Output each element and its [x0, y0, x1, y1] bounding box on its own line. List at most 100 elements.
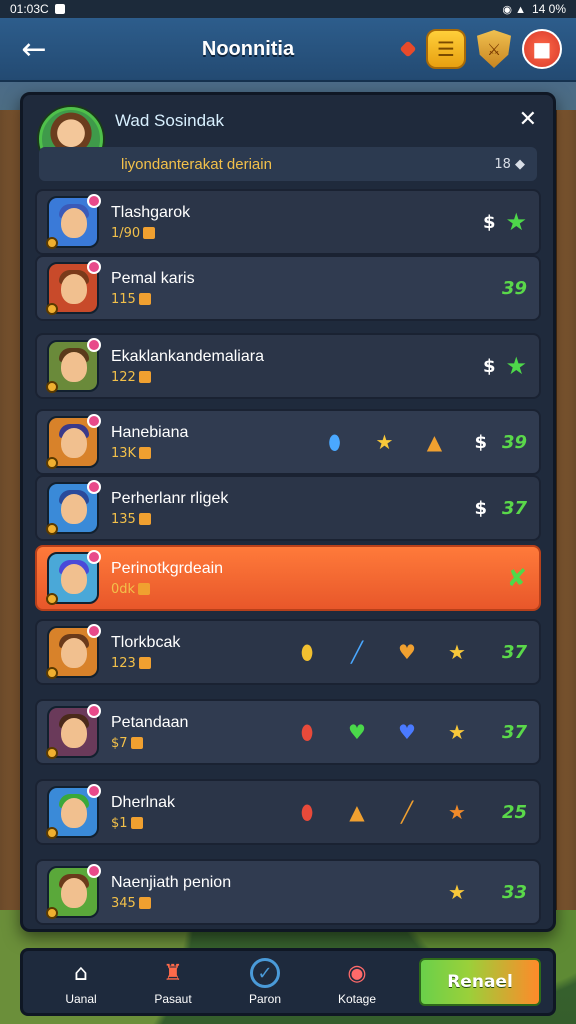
resource-icon: [138, 583, 151, 595]
gold-star-icon: ★: [448, 720, 466, 744]
list-row[interactable]: Dherlnak $1 ⬮ ▲ ╱ ★ 25: [35, 779, 541, 845]
green-cross-icon: ✘: [506, 564, 527, 592]
row-sub-value: $1: [111, 815, 128, 831]
row-info: Perinotkgrdeain 0dk: [111, 560, 507, 597]
panel-subtitle: liyondanterakat deriain: [121, 155, 272, 173]
row-name: Dherlnak: [111, 793, 176, 811]
badge-dot-icon: [87, 194, 101, 208]
row-avatar: [46, 784, 101, 839]
row-sub: 123: [111, 656, 295, 671]
badge-dot-icon: [87, 624, 101, 638]
row-sub-value: 115: [111, 291, 136, 307]
resource-icon: [143, 227, 156, 239]
row-avatar: [46, 260, 101, 315]
resource-icon: [130, 737, 143, 749]
nav-item-home[interactable]: ⌂ Uanal: [35, 958, 127, 1007]
list-row[interactable]: Ekaklankandemaliara 122 $ ★: [35, 333, 541, 399]
nav-label: Paron: [248, 992, 282, 1006]
row-sub-value: 135: [111, 511, 136, 527]
nav-item-shop[interactable]: ♜ Pasaut: [127, 958, 219, 1007]
nav-label: Kotage: [337, 992, 377, 1006]
row-name: Ekaklankandemaliara: [111, 347, 264, 365]
nav-item-settings[interactable]: ◉ Kotage: [311, 958, 403, 1007]
top-header: ← Noonnitia ☰ ⚔ ■: [0, 18, 576, 82]
badge-dot-icon: [87, 260, 101, 274]
green-heart-icon: ♥: [348, 720, 366, 744]
shop-icon: ♜: [163, 960, 183, 986]
badge-dot-icon: [87, 338, 101, 352]
alert-badge-icon: [399, 40, 417, 58]
list-row[interactable]: Pemal karis 115 39: [35, 255, 541, 321]
face-shape: [61, 352, 87, 382]
row-sub: $7: [111, 736, 295, 751]
list-row[interactable]: Perherlanr rligek 135 $37: [35, 475, 541, 541]
close-icon[interactable]: ✕: [519, 107, 537, 132]
row-name: Tlorkbcak: [111, 633, 181, 651]
blue-wand-icon: ╱: [350, 640, 364, 664]
coin-dot-icon: [46, 827, 58, 839]
row-name: Perherlanr rligek: [111, 489, 229, 507]
row-name: Hanebiana: [111, 423, 189, 441]
row-avatar: [46, 864, 101, 919]
row-score: 37: [501, 497, 527, 519]
orange-wand-icon: ╱: [400, 800, 414, 824]
row-sub-value: 123: [111, 655, 136, 671]
list-row[interactable]: Tlorkbcak 123 ⬮ ╱ ♥ ★ 37: [35, 619, 541, 685]
gift-button[interactable]: ■: [522, 29, 562, 69]
row-name: Petandaan: [111, 713, 189, 731]
status-bar: 01:03C ◉ ▲ 14 0%: [0, 0, 576, 18]
badge-dot-icon: [87, 480, 101, 494]
row-name: Pemal karis: [111, 269, 195, 287]
resource-icon: [138, 513, 151, 525]
house-icon: ⌂: [74, 960, 88, 986]
guild-shield-button[interactable]: ⚔: [474, 29, 514, 69]
coin-dot-icon: [46, 457, 58, 469]
row-sub-value: 13K: [111, 445, 137, 461]
row-info: Petandaan $7: [111, 714, 295, 751]
coin-dot-icon: [46, 747, 58, 759]
row-score: 25: [501, 801, 527, 823]
row-info: Hanebiana 13K: [111, 424, 322, 461]
nav-label: Uanal: [65, 992, 97, 1006]
orange-shard-icon: ▲: [426, 430, 443, 454]
dollar-icon: $: [482, 211, 496, 233]
badge-dot-icon: [87, 704, 101, 718]
primary-action-button[interactable]: Renael: [419, 958, 541, 1006]
row-sub: $1: [111, 816, 295, 831]
face-shape: [61, 564, 87, 594]
row-sub: 345: [111, 896, 445, 911]
menu-icon: ☰: [437, 37, 455, 61]
coin-dot-icon: [46, 907, 58, 919]
row-name: Naenjiath penion: [111, 873, 232, 891]
row-sub: 1/90: [111, 226, 483, 241]
coin-dot-icon: [46, 523, 58, 535]
badge-dot-icon: [87, 550, 101, 564]
status-battery: 14 0%: [531, 2, 566, 16]
background-wood-right: [554, 110, 576, 910]
list-row[interactable]: Perinotkgrdeain 0dk ✘: [35, 545, 541, 611]
player-name: Wad Sosindak: [115, 111, 224, 130]
badge-dot-icon: [87, 414, 101, 428]
list-row[interactable]: Hanebiana 13K ⬮ ★ ▲ $39: [35, 409, 541, 475]
list-row[interactable]: Tlashgarok 1/90 $ ★: [35, 189, 541, 255]
coin-dot-icon: [46, 381, 58, 393]
row-info: Ekaklankandemaliara 122: [111, 348, 483, 385]
gold-star-icon: ★: [375, 430, 394, 454]
signal-icon: ◉ ▲: [502, 3, 526, 16]
face-shape: [61, 494, 87, 524]
menu-button[interactable]: ☰: [426, 29, 466, 69]
row-sub-value: 1/90: [111, 225, 141, 241]
row-name: Tlashgarok: [111, 203, 191, 221]
row-sub: 122: [111, 370, 483, 385]
row-avatar: [46, 550, 101, 605]
list-row[interactable]: Petandaan $7 ⬮ ♥ ♥ ★ 37: [35, 699, 541, 765]
nav-item-check[interactable]: ✓ Paron: [219, 958, 311, 1006]
row-avatar: [46, 194, 101, 249]
list-row[interactable]: Naenjiath penion 345 ★ 33: [35, 859, 541, 925]
row-sub: 13K: [111, 446, 322, 461]
back-arrow-icon[interactable]: ←: [14, 29, 54, 69]
resource-icon: [138, 657, 151, 669]
notification-icon: [54, 4, 65, 14]
row-score: 39: [501, 277, 527, 299]
resource-icon: [139, 447, 152, 459]
